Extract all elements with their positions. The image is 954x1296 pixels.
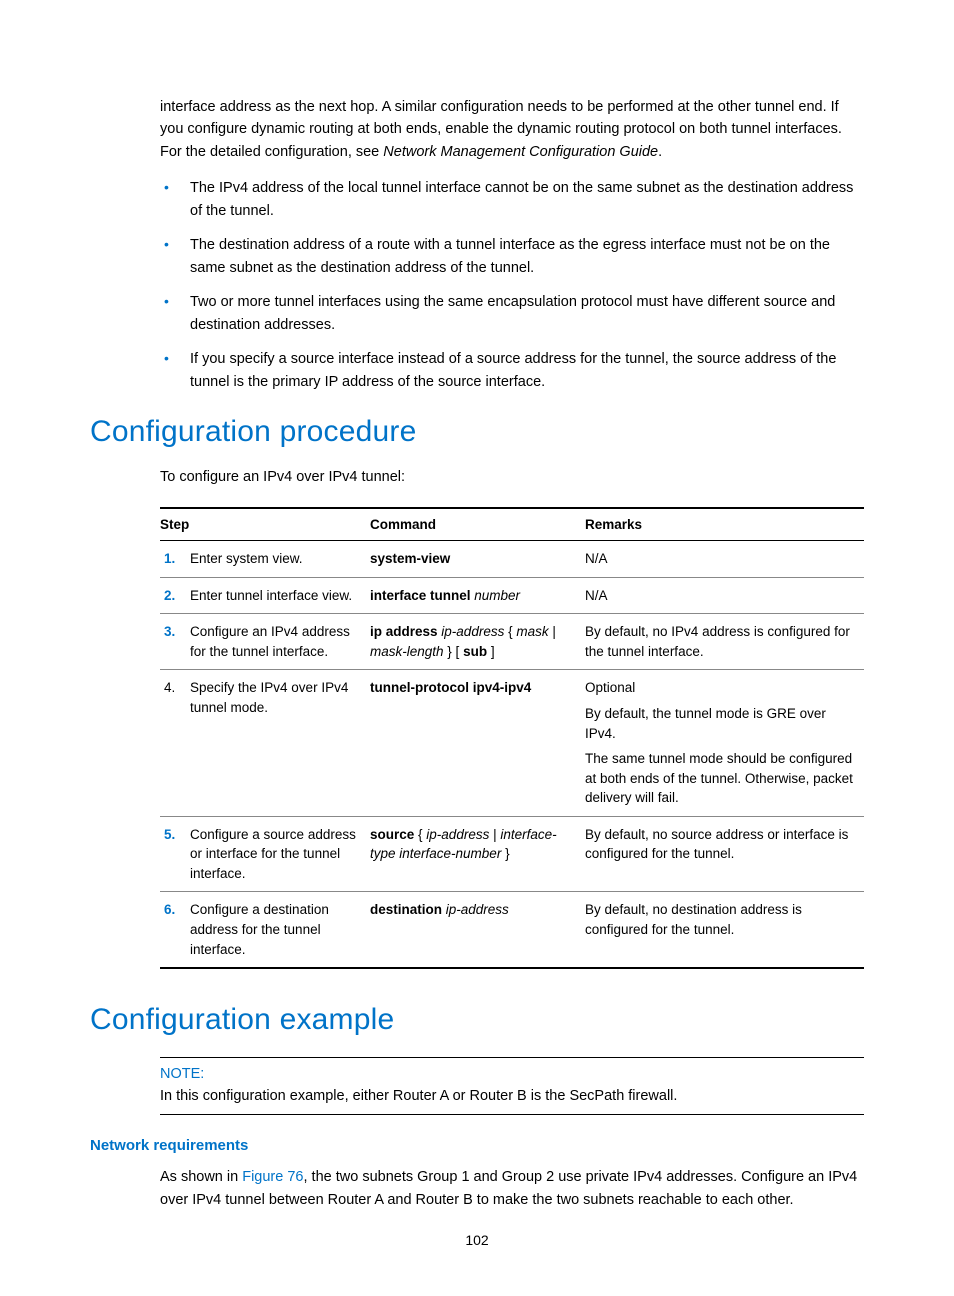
step-number[interactable]: 3. <box>160 614 190 670</box>
procedure-lead-text: To configure an IPv4 over IPv4 tunnel: <box>160 469 864 485</box>
remark-line: Optional <box>585 678 854 698</box>
bullet-text: The destination address of a route with … <box>190 237 830 275</box>
step-command: tunnel-protocol ipv4-ipv4 <box>370 670 585 816</box>
step-description: Specify the IPv4 over IPv4 tunnel mode. <box>190 670 370 816</box>
step-description: Enter system view. <box>190 541 370 578</box>
step-remarks: By default, no source address or interfa… <box>585 816 864 892</box>
step-description: Configure an IPv4 address for the tunnel… <box>190 614 370 670</box>
page-number: 102 <box>0 1232 954 1248</box>
note-box: NOTE: In this configuration example, eit… <box>160 1057 864 1115</box>
step-number[interactable]: 6. <box>160 892 190 968</box>
bullet-text: The IPv4 address of the local tunnel int… <box>190 180 853 218</box>
col-header-remarks: Remarks <box>585 508 864 541</box>
remark-line: By default, no source address or interfa… <box>585 825 854 864</box>
step-description: Enter tunnel interface view. <box>190 577 370 614</box>
heading-configuration-example: Configuration example <box>90 1003 864 1037</box>
step-remarks: Optional By default, the tunnel mode is G… <box>585 670 864 816</box>
step-command: ip address ip-address { mask | mask-leng… <box>370 614 585 670</box>
col-header-command: Command <box>370 508 585 541</box>
remark-line: By default, no destination address is co… <box>585 900 854 939</box>
intro-punct: . <box>658 144 662 160</box>
nr-pre: As shown in <box>160 1169 242 1185</box>
table-row: 1.Enter system view.system-viewN/A <box>160 541 864 578</box>
remark-line: The same tunnel mode should be configure… <box>585 749 854 808</box>
remark-line: By default, the tunnel mode is GRE over … <box>585 704 854 743</box>
step-remarks: N/A <box>585 577 864 614</box>
step-remarks: By default, no IPv4 address is configure… <box>585 614 864 670</box>
table-row: 2.Enter tunnel interface view.interface … <box>160 577 864 614</box>
heading-network-requirements: Network requirements <box>90 1137 864 1154</box>
heading-configuration-procedure: Configuration procedure <box>90 415 864 449</box>
intro-italic: Network Management Configuration Guide <box>383 144 658 160</box>
intro-paragraph: interface address as the next hop. A sim… <box>160 96 864 163</box>
table-row: 5.Configure a source address or interfac… <box>160 816 864 892</box>
step-command: system-view <box>370 541 585 578</box>
step-number[interactable]: 1. <box>160 541 190 578</box>
bullet-text: Two or more tunnel interfaces using the … <box>190 294 835 332</box>
step-command: source { ip-address | interface-type int… <box>370 816 585 892</box>
step-number[interactable]: 5. <box>160 816 190 892</box>
bullet-item: Two or more tunnel interfaces using the … <box>160 291 864 336</box>
col-header-step: Step <box>160 508 370 541</box>
bullet-item: The IPv4 address of the local tunnel int… <box>160 177 864 222</box>
step-command: destination ip-address <box>370 892 585 968</box>
table-row: 4.Specify the IPv4 over IPv4 tunnel mode… <box>160 670 864 816</box>
procedure-table: Step Command Remarks 1.Enter system view… <box>160 507 864 969</box>
intro-bullet-list: The IPv4 address of the local tunnel int… <box>160 177 864 393</box>
remark-line: N/A <box>585 586 854 606</box>
remark-line: By default, no IPv4 address is configure… <box>585 622 854 661</box>
step-remarks: N/A <box>585 541 864 578</box>
step-command: interface tunnel number <box>370 577 585 614</box>
figure-link[interactable]: Figure 76 <box>242 1169 303 1185</box>
table-row: 3.Configure an IPv4 address for the tunn… <box>160 614 864 670</box>
note-text: In this configuration example, either Ro… <box>160 1088 864 1104</box>
step-number: 4. <box>160 670 190 816</box>
bullet-item: If you specify a source interface instea… <box>160 348 864 393</box>
step-description: Configure a source address or interface … <box>190 816 370 892</box>
step-description: Configure a destination address for the … <box>190 892 370 968</box>
step-remarks: By default, no destination address is co… <box>585 892 864 968</box>
bullet-item: The destination address of a route with … <box>160 234 864 279</box>
network-req-paragraph: As shown in Figure 76, the two subnets G… <box>160 1166 864 1211</box>
note-label: NOTE: <box>160 1066 864 1082</box>
table-row: 6.Configure a destination address for th… <box>160 892 864 968</box>
bullet-text: If you specify a source interface instea… <box>190 351 836 389</box>
step-number[interactable]: 2. <box>160 577 190 614</box>
remark-line: N/A <box>585 549 854 569</box>
